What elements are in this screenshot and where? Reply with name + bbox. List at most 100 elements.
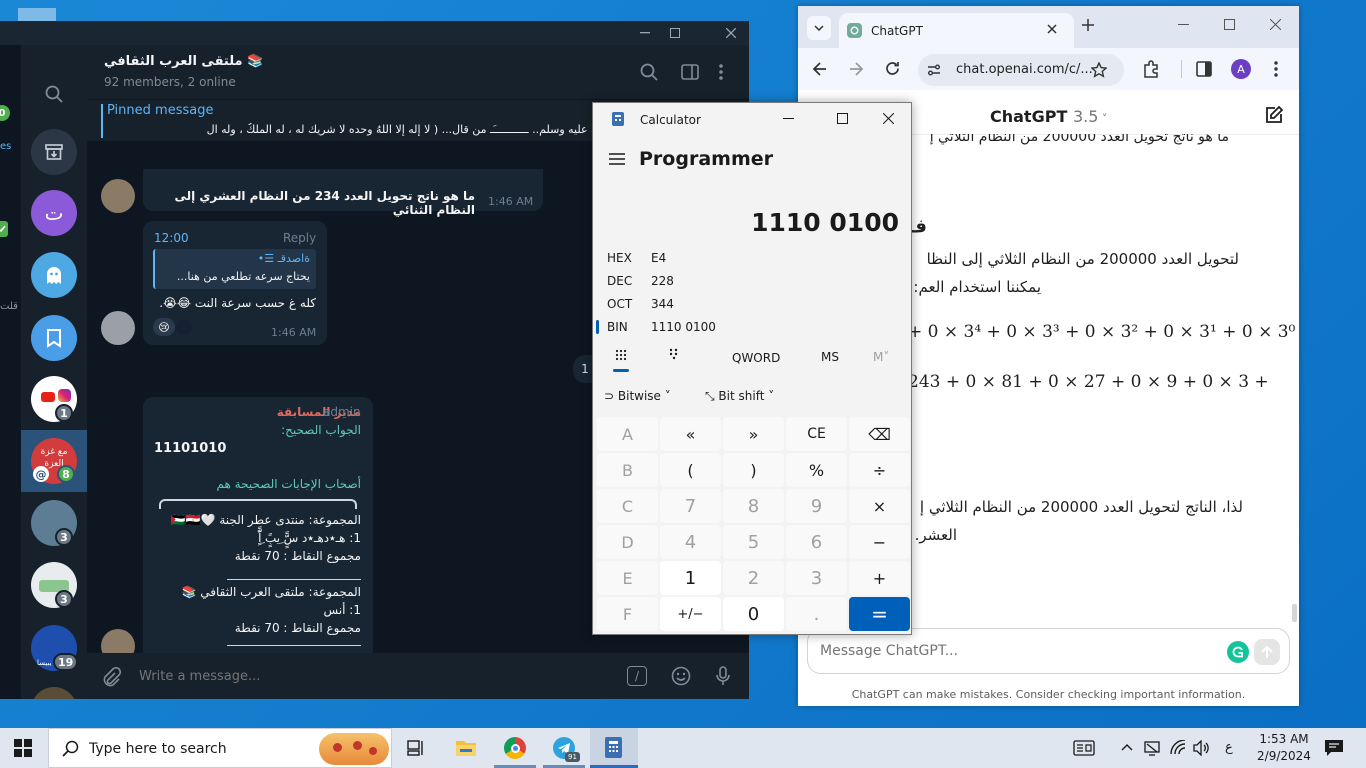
key-rotate-right[interactable]: » — [723, 417, 784, 451]
key-add[interactable]: + — [849, 561, 910, 595]
maximize-icon[interactable] — [660, 21, 690, 45]
sidebar-toggle-icon[interactable] — [681, 63, 699, 81]
key-backspace[interactable]: ⌫ — [849, 417, 910, 451]
close-icon[interactable] — [716, 21, 746, 45]
avatar-group-6[interactable] — [31, 687, 77, 699]
key-4[interactable]: 4 — [660, 525, 721, 559]
wifi-icon[interactable] — [1169, 740, 1187, 756]
close-icon[interactable] — [883, 113, 894, 124]
grammarly-icon[interactable] — [1227, 641, 1249, 663]
ghost-icon[interactable] — [31, 252, 77, 298]
key-decimal[interactable]: . — [786, 597, 847, 631]
avatar[interactable] — [101, 179, 135, 213]
minimize-icon[interactable] — [783, 113, 794, 124]
key-subtract[interactable]: − — [849, 525, 910, 559]
group-title[interactable]: ملتقى العرب الثقافي 📚 — [104, 54, 263, 69]
key-divide[interactable]: ÷ — [849, 453, 910, 487]
memory-dropdown-button[interactable]: M˅ — [873, 350, 889, 364]
search-icon[interactable] — [640, 63, 658, 81]
reload-icon[interactable] — [885, 61, 900, 76]
extensions-icon[interactable] — [1142, 60, 1160, 78]
key-3[interactable]: 3 — [786, 561, 847, 595]
saved-messages-icon[interactable] — [31, 315, 77, 361]
word-size-button[interactable]: QWORD — [732, 351, 780, 365]
command-icon[interactable]: / — [627, 666, 647, 686]
notifications-icon[interactable] — [1324, 739, 1344, 757]
key-close-paren[interactable]: ) — [723, 453, 784, 487]
tab-search-icon[interactable] — [807, 16, 831, 40]
key-multiply[interactable]: × — [849, 489, 910, 523]
more-icon[interactable] — [719, 63, 723, 81]
maximize-icon[interactable] — [1224, 19, 1235, 30]
search-icon[interactable] — [45, 85, 63, 103]
new-tab-icon[interactable] — [1082, 19, 1094, 31]
radix-oct-label[interactable]: OCT — [607, 297, 632, 311]
avatar[interactable] — [101, 311, 135, 345]
key-6[interactable]: 6 — [786, 525, 847, 559]
bitwise-dropdown[interactable]: ⊃ Bitwise ˅ — [604, 389, 671, 403]
chrome-menu-icon[interactable] — [1274, 61, 1278, 77]
bookmark-star-icon[interactable] — [1091, 62, 1107, 78]
minimize-icon[interactable] — [1178, 19, 1189, 30]
close-icon[interactable] — [1047, 24, 1057, 34]
message-bubble[interactable]: مدير المسابقة admin الجواب الصحيح: 11101… — [143, 397, 373, 653]
taskbar-item-active[interactable] — [590, 728, 638, 768]
message-bubble[interactable]: ما هو ناتج تحويل العدد 234 من النظام الع… — [143, 169, 543, 217]
new-chat-icon[interactable] — [1264, 105, 1284, 125]
profile-avatar[interactable]: A — [1231, 59, 1251, 79]
key-7[interactable]: 7 — [660, 489, 721, 523]
key-negate[interactable]: +/− — [660, 597, 721, 631]
minimize-icon[interactable] — [630, 21, 660, 45]
key-9[interactable]: 9 — [786, 489, 847, 523]
reaction-sad[interactable]: 😢 — [153, 318, 175, 336]
desktop-icon-fragment[interactable] — [18, 8, 56, 22]
news-widget-icon[interactable] — [1073, 740, 1095, 756]
key-rotate-left[interactable]: « — [660, 417, 721, 451]
key-a[interactable]: A — [597, 417, 658, 451]
scrollbar-thumb[interactable] — [1292, 604, 1297, 622]
key-clear-entry[interactable]: CE — [786, 417, 847, 451]
key-f[interactable]: F — [597, 597, 658, 631]
key-2[interactable]: 2 — [723, 561, 784, 595]
forward-icon[interactable] — [849, 62, 863, 76]
message-bubble[interactable]: 12:00 Reply ةاصدقـ ☰• يحتاج سرعه تطلعي م… — [143, 221, 327, 345]
key-d[interactable]: D — [597, 525, 658, 559]
avatar-ta[interactable]: ت — [31, 190, 77, 236]
reply-quote[interactable]: ةاصدقـ ☰• يحتاج سرعه تطلعي من هنا... — [153, 249, 316, 289]
file-explorer-icon[interactable] — [455, 738, 477, 758]
clock-time[interactable]: 1:53 AM — [1254, 732, 1314, 746]
key-0[interactable]: 0 — [723, 597, 784, 631]
archive-icon[interactable] — [31, 129, 77, 175]
key-open-paren[interactable]: ( — [660, 453, 721, 487]
side-panel-icon[interactable] — [1196, 61, 1212, 77]
task-view-icon[interactable] — [406, 738, 426, 758]
radix-bin-label[interactable]: BIN — [607, 320, 628, 334]
windows-start-icon[interactable] — [14, 739, 32, 757]
microphone-icon[interactable] — [715, 666, 731, 686]
hamburger-menu-icon[interactable] — [609, 153, 625, 165]
key-c[interactable]: C — [597, 489, 658, 523]
avatar-friends[interactable]: 3 — [31, 500, 77, 546]
volume-icon[interactable] — [1192, 740, 1210, 756]
address-bar[interactable]: chat.openai.com/c/... — [918, 54, 1124, 86]
taskbar-search-box[interactable]: Type here to search — [48, 728, 392, 768]
key-8[interactable]: 8 — [723, 489, 784, 523]
radix-dec-label[interactable]: DEC — [607, 274, 632, 288]
model-selector[interactable]: ChatGPT 3.5 ˅ — [990, 107, 1107, 126]
chat-item-selected[interactable]: مع غزة العزة @ 8 — [21, 430, 87, 492]
tab-chatgpt[interactable]: ChatGPT — [839, 13, 1074, 48]
back-icon[interactable] — [813, 62, 827, 76]
avatar-social[interactable]: 1 — [31, 376, 77, 422]
show-hidden-icons-icon[interactable] — [1121, 743, 1133, 751]
avatar-group-4[interactable]: 3 — [31, 562, 77, 608]
key-1[interactable]: 1 — [660, 561, 721, 595]
bit-toggle-keypad-icon[interactable] — [668, 348, 680, 360]
bitshift-dropdown[interactable]: ⤡ Bit shift ˅ — [705, 389, 774, 404]
maximize-icon[interactable] — [837, 113, 848, 124]
close-icon[interactable] — [1270, 19, 1281, 30]
emoji-icon[interactable] — [671, 666, 691, 686]
folder-label-2[interactable]: قلت — [0, 301, 18, 312]
network-icon[interactable] — [1144, 740, 1160, 756]
attach-icon[interactable] — [101, 667, 121, 687]
full-keypad-icon[interactable] — [615, 349, 627, 361]
